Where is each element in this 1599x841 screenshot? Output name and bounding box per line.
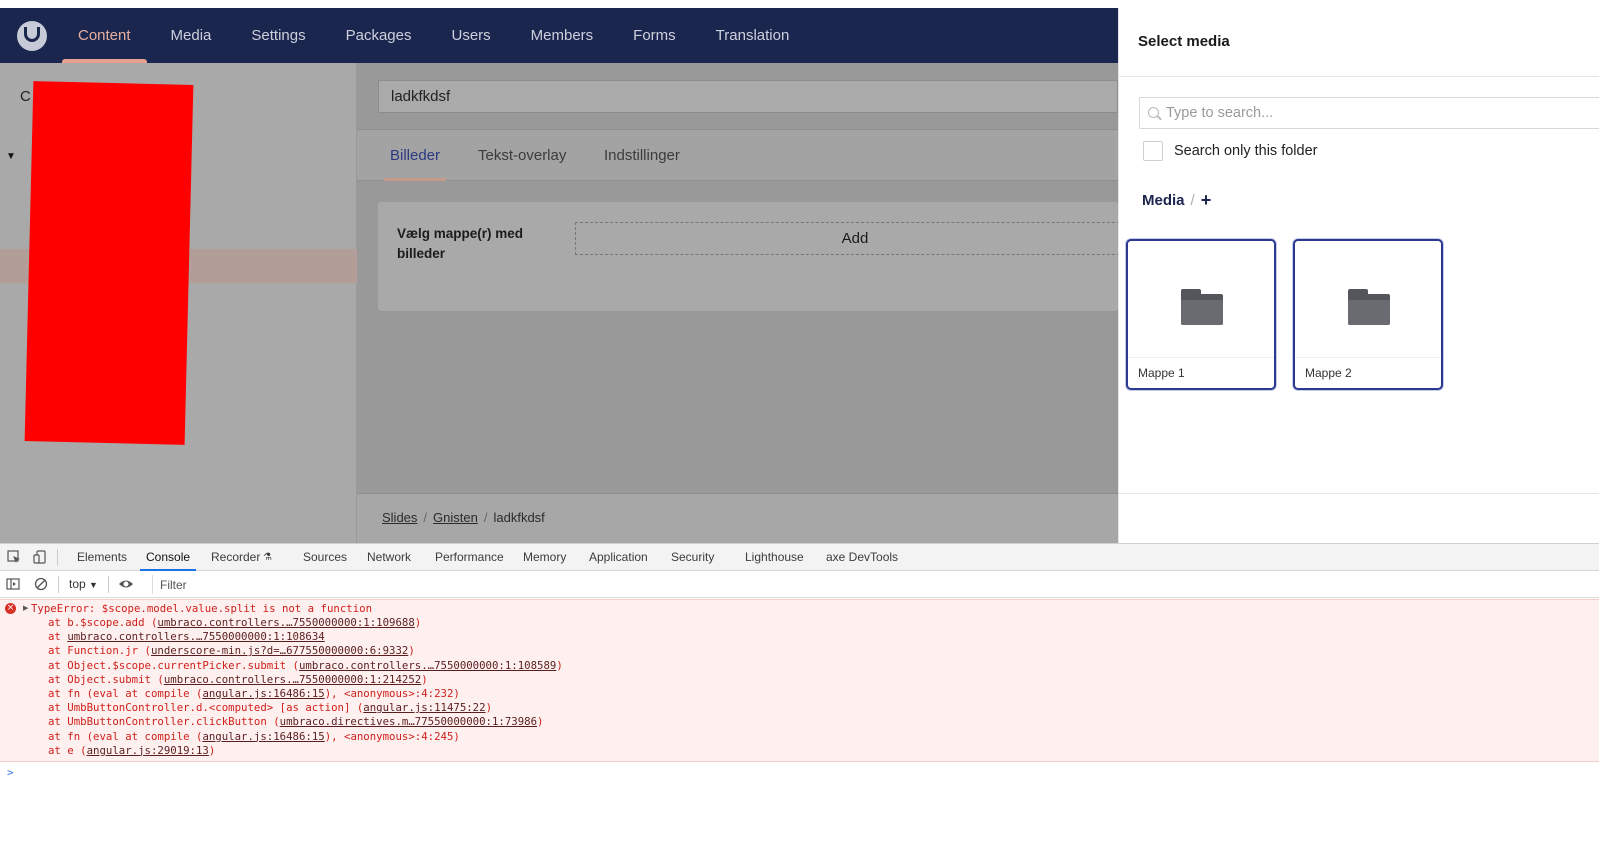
stack-frame: at Object.$scope.currentPicker.submit (u…	[48, 658, 563, 672]
top-header: Content Media Settings Packages Users Me…	[0, 8, 1118, 63]
nav-members[interactable]: Members	[515, 8, 610, 63]
breadcrumb-current: ladkfkdsf	[493, 510, 545, 525]
breadcrumb-gnisten[interactable]: Gnisten	[433, 510, 478, 525]
devtools-tabbar: Elements Console Recorder ⚗ Sources Netw…	[0, 543, 1599, 571]
umbraco-logo-icon[interactable]	[17, 21, 47, 51]
folder-tile-label: Mappe 2	[1305, 366, 1352, 380]
stack-frame: at fn (eval at compile (angular.js:16486…	[48, 687, 460, 700]
stack-frame-link[interactable]: angular.js:16486:15	[202, 730, 324, 743]
property-label: Vælg mappe(r) med billeder	[397, 226, 524, 261]
stack-frame-link[interactable]: angular.js:11475:22	[363, 701, 485, 714]
media-root-link[interactable]: Media	[1142, 192, 1185, 209]
stack-frame: at UmbButtonController.clickButton (umbr…	[48, 715, 544, 729]
search-only-folder-checkbox[interactable]	[1143, 141, 1163, 161]
tab-billeder[interactable]: Billeder	[383, 130, 447, 181]
devtools-tab-security[interactable]: Security	[671, 544, 714, 571]
dropdown-arrow-icon: ▼	[89, 580, 98, 590]
media-breadcrumb: Media / +	[1142, 190, 1211, 211]
devtools-tab-memory[interactable]: Memory	[523, 544, 566, 571]
devtools-tab-lighthouse[interactable]: Lighthouse	[745, 544, 804, 571]
folder-tile-mappe-2[interactable]: Mappe 2	[1293, 239, 1443, 390]
stack-frame-link[interactable]: umbraco.controllers.…7550000000:1:108634	[67, 630, 324, 643]
error-icon: ×	[5, 603, 16, 614]
stack-frame: at e (angular.js:29019:13)	[48, 743, 216, 757]
breadcrumb-sep: /	[483, 510, 488, 525]
nav-media[interactable]: Media	[155, 8, 228, 63]
devtools-tab-application[interactable]: Application	[589, 544, 648, 571]
inspect-element-icon[interactable]	[7, 550, 21, 564]
search-only-folder-row: Search only this folder	[1143, 141, 1317, 161]
expand-caret-icon[interactable]: ▶	[23, 604, 28, 612]
console-toolbar: top ▼	[0, 571, 1599, 598]
tree-header-label: C	[20, 88, 31, 105]
stack-frame: at umbraco.controllers.…7550000000:1:108…	[48, 630, 325, 644]
device-toolbar-icon[interactable]	[33, 550, 47, 564]
add-folder-button[interactable]: Add	[575, 222, 1135, 255]
breadcrumb: Slides / Gnisten / ladkfkdsf	[357, 493, 1118, 543]
stack-frame-link[interactable]: umbraco.directives.m…77550000000:1:73986	[280, 715, 537, 728]
flask-icon: ⚗	[263, 552, 272, 563]
nav-packages[interactable]: Packages	[330, 8, 428, 63]
folder-icon	[1348, 289, 1390, 325]
tab-indstillinger[interactable]: Indstillinger	[604, 130, 680, 181]
stack-frame-link[interactable]: angular.js:16486:15	[202, 687, 324, 700]
show-sidebar-icon[interactable]	[6, 577, 20, 591]
clear-console-icon[interactable]	[34, 577, 48, 591]
stack-frame: at b.$scope.add (umbraco.controllers.…75…	[48, 616, 422, 629]
nav-settings[interactable]: Settings	[235, 8, 321, 63]
stack-frame-link[interactable]: umbraco.controllers.…7550000000:1:108589	[299, 659, 556, 672]
media-breadcrumb-sep: /	[1190, 192, 1195, 209]
live-expression-eye-icon[interactable]	[118, 577, 134, 591]
stack-frame: at UmbButtonController.d.<computed> [as …	[48, 701, 492, 715]
context-selector[interactable]: top ▼	[69, 577, 98, 591]
media-search	[1139, 97, 1599, 129]
editor-tabs: Billeder Tekst-overlay Indstillinger	[357, 129, 1118, 181]
stack-frame: at fn (eval at compile (angular.js:16486…	[48, 729, 460, 743]
media-search-input[interactable]	[1166, 98, 1586, 128]
search-icon	[1148, 107, 1159, 118]
folder-icon	[1181, 289, 1223, 325]
stack-frame: at Function.jr (underscore-min.js?d=…677…	[48, 644, 415, 658]
redaction-overlay	[24, 81, 194, 445]
node-name-input[interactable]: ladkfkdsf	[378, 80, 1118, 113]
folder-tile-label: Mappe 1	[1138, 366, 1185, 380]
console-filter-input[interactable]	[152, 575, 1592, 594]
console-error-message: × ▶ TypeError: $scope.model.value.split …	[0, 599, 1599, 762]
main-nav: Content Media Settings Packages Users Me…	[62, 8, 813, 63]
breadcrumb-sep: /	[423, 510, 428, 525]
stack-frame: at Object.submit (umbraco.controllers.…7…	[48, 672, 428, 686]
breadcrumb-slides[interactable]: Slides	[382, 510, 417, 525]
devtools-tab-performance[interactable]: Performance	[435, 544, 504, 571]
nav-translation[interactable]: Translation	[700, 8, 806, 63]
tree-expand-caret-icon[interactable]: ▼	[6, 151, 16, 162]
devtools-tab-recorder[interactable]: Recorder	[211, 544, 260, 571]
stack-frame-link[interactable]: umbraco.controllers.…7550000000:1:214252	[164, 673, 421, 686]
drawer-title: Select media	[1138, 33, 1230, 50]
devtools-tab-sources[interactable]: Sources	[303, 544, 347, 571]
nav-users[interactable]: Users	[435, 8, 506, 63]
devtools-tab-console[interactable]: Console	[139, 544, 197, 571]
property-panel: Vælg mappe(r) med billeder Add	[378, 202, 1135, 311]
drawer-header: Select media	[1119, 8, 1599, 77]
stack-frame-link[interactable]: underscore-min.js?d=…677550000000:6:9332	[151, 644, 408, 657]
stack-frame-link[interactable]: angular.js:29019:13	[87, 744, 209, 757]
create-folder-icon[interactable]: +	[1201, 190, 1212, 211]
devtools-tab-network[interactable]: Network	[367, 544, 411, 571]
top-strip	[0, 0, 1599, 8]
error-title: TypeError: $scope.model.value.split is n…	[31, 602, 373, 615]
nav-content[interactable]: Content	[62, 8, 147, 63]
search-only-folder-label[interactable]: Search only this folder	[1174, 143, 1317, 159]
stack-frame-link[interactable]: umbraco.controllers.…7550000000:1:109688	[157, 616, 414, 629]
devtools-tab-axe[interactable]: axe DevTools	[826, 544, 898, 571]
select-media-drawer: Select media Search only this folder Med…	[1118, 8, 1599, 543]
tab-tekst-overlay[interactable]: Tekst-overlay	[478, 130, 566, 181]
devtools-tab-elements[interactable]: Elements	[77, 544, 127, 571]
drawer-footer-divider	[1119, 493, 1599, 494]
console-prompt[interactable]: >	[7, 766, 14, 779]
content-tree: C ▼	[0, 63, 357, 543]
folder-tile-mappe-1[interactable]: Mappe 1	[1126, 239, 1276, 390]
editor-area: ladkfkdsf Billeder Tekst-overlay Indstil…	[357, 63, 1135, 543]
app-window: Content Media Settings Packages Users Me…	[0, 0, 1599, 841]
nav-forms[interactable]: Forms	[617, 8, 692, 63]
